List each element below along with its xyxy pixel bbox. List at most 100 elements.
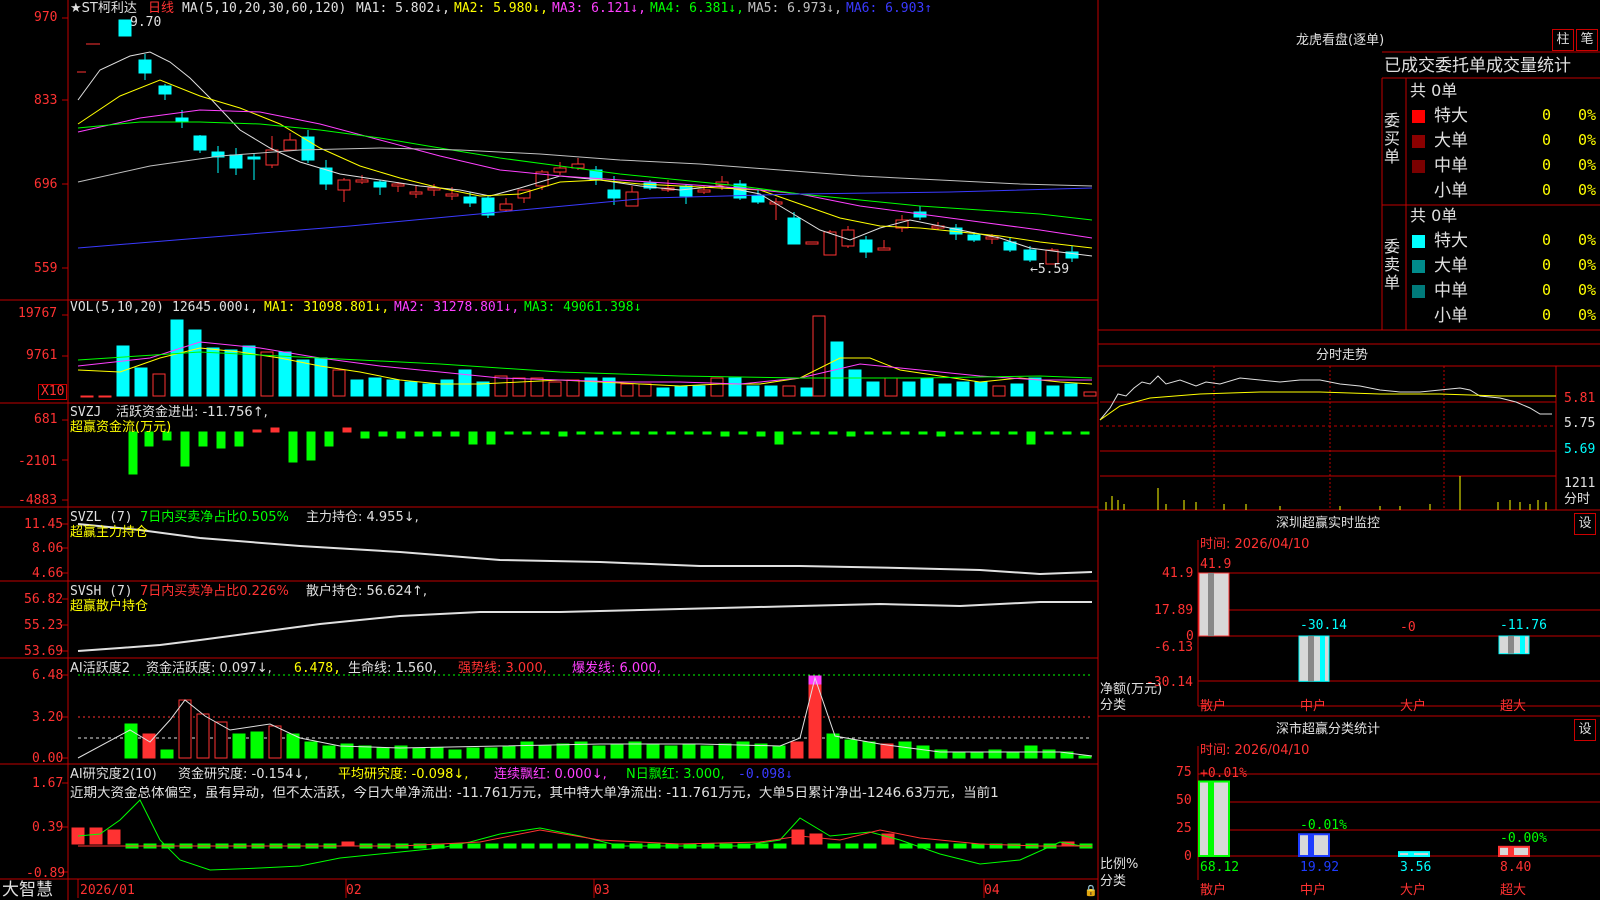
svzl-title: 超赢主力持仓	[70, 525, 149, 540]
volume-bar	[956, 381, 970, 397]
volume-bar	[206, 347, 220, 397]
pen-view-button[interactable]: 笔	[1576, 29, 1598, 51]
svzj-bar	[1044, 431, 1054, 435]
ma5-value: MA5: 6.973↓,	[748, 1, 842, 16]
ai-active-bar	[736, 741, 750, 759]
candle-body	[697, 189, 711, 193]
svzl-line	[77, 523, 1093, 576]
ai-active-bar	[790, 741, 804, 759]
ai-active-bar	[592, 745, 606, 759]
volume-bar	[800, 387, 814, 397]
sz-classify-title: 深市超赢分类统计	[1276, 722, 1381, 737]
y-tick: 696	[34, 177, 58, 192]
candle-body	[859, 239, 873, 253]
ai-active-value2: 6.478,	[294, 661, 341, 676]
volume-bar	[98, 395, 112, 398]
sz-monitor-settings-button[interactable]: 设	[1574, 513, 1596, 535]
ai-research-bar	[467, 843, 481, 849]
candle-body	[463, 196, 477, 204]
period-label[interactable]: 日线	[148, 1, 174, 16]
sz-classify-time: 时间: 2026/04/10	[1200, 743, 1310, 758]
stock-name[interactable]: ★ST柯利达	[70, 1, 137, 16]
intraday-y-tick: 5.69	[1564, 442, 1596, 457]
order-pct: 0%	[1578, 131, 1597, 149]
ai-active-label: AI活跃度2	[70, 661, 130, 676]
ai-research-bar	[809, 833, 823, 845]
ai-active-bar	[700, 745, 714, 759]
volume-bar	[1010, 383, 1024, 397]
volume-bar	[224, 349, 238, 397]
dragon-tiger-title: 龙虎看盘(逐单)	[1296, 33, 1385, 48]
ai-research-value4: N日飘红: 3.000,	[626, 767, 725, 782]
monitor-value-label: -11.76	[1500, 618, 1547, 633]
ai-research-bar	[845, 843, 859, 849]
vol-ma2: MA2: 31278.801↓,	[394, 300, 520, 315]
svzj-bar	[234, 431, 244, 447]
volume-bar	[602, 377, 616, 397]
y-tick: 19767	[18, 306, 58, 321]
volume-bar	[1046, 385, 1060, 397]
order-count: 0	[1542, 256, 1552, 274]
candle-body	[337, 179, 351, 191]
column-view-button[interactable]: 柱	[1552, 29, 1574, 51]
svzj-bar	[252, 429, 262, 433]
volume-bar	[938, 383, 952, 397]
svzj-bar	[378, 431, 388, 437]
volume-bar	[350, 379, 364, 397]
sz-classify-settings-button[interactable]: 设	[1574, 719, 1596, 741]
svsh-value: 散户持仓: 56.624↑,	[306, 584, 428, 599]
svzj-bar	[882, 431, 892, 435]
ai-active-bar	[304, 741, 318, 759]
classify-bar-shade	[1308, 834, 1314, 856]
intraday-y-tick: 5.75	[1564, 416, 1596, 431]
order-size-label: 小单	[1434, 306, 1468, 326]
candle-body	[409, 191, 423, 195]
y-tick: 9761	[26, 348, 58, 363]
kline-chart[interactable]	[0, 0, 1600, 900]
svzj-bar	[324, 431, 334, 447]
svzj-bar	[306, 431, 316, 461]
volume-bar	[812, 315, 826, 397]
svzj-bar	[666, 431, 676, 435]
order-pct: 0%	[1578, 306, 1597, 324]
classify-value-label: 19.92	[1300, 860, 1340, 875]
ai-active-bar	[160, 749, 174, 759]
volume-bar	[332, 369, 346, 397]
ma3-line	[77, 109, 1093, 239]
monitor-category-label: 超大	[1500, 699, 1527, 714]
classify-change-label: -0.00%	[1500, 830, 1547, 846]
ai-active-bar	[286, 733, 300, 759]
classify-change-label: +0.01%	[1200, 765, 1247, 781]
ai-active-bar	[1078, 755, 1092, 759]
ai-active-bar	[502, 745, 516, 759]
ai-research-bar	[971, 843, 985, 849]
ai-active-bar	[250, 731, 264, 759]
ai-active-bar	[610, 743, 624, 759]
x-label: 04	[984, 883, 1000, 898]
volume-bar	[494, 375, 508, 397]
monitor-category-label: 散户	[1200, 699, 1227, 714]
order-pct: 0%	[1578, 231, 1597, 249]
candle-body	[787, 217, 801, 245]
ai-active-bar	[124, 723, 138, 759]
ai-active-bar	[970, 751, 984, 759]
candle-body	[823, 231, 837, 256]
ai-active-bar	[844, 739, 858, 759]
monitor-bar-shade	[1520, 636, 1525, 654]
svzl-label: SVZL (7)	[70, 510, 133, 525]
ai-active-bar	[142, 733, 156, 759]
intraday-y-tick: 5.81	[1564, 391, 1596, 406]
order-pct: 0%	[1578, 106, 1597, 124]
candle-body	[247, 156, 261, 160]
y-tick: 25	[1176, 821, 1192, 836]
monitor-bar-shade	[1308, 636, 1314, 682]
ai-research-comment: 近期大资金总体偏空，虽有异动，但不太活跃，今日大单净流出: -11.761万元，…	[70, 786, 999, 801]
lock-icon[interactable]: 🔒	[1084, 883, 1098, 898]
volume-bar	[692, 385, 706, 397]
y-tick: 56.82	[24, 592, 64, 607]
svzj-bar	[1062, 431, 1072, 435]
ai-active-bar	[358, 745, 372, 759]
candle-body	[175, 117, 189, 122]
candle-body	[445, 193, 459, 197]
candle-body	[355, 179, 369, 183]
